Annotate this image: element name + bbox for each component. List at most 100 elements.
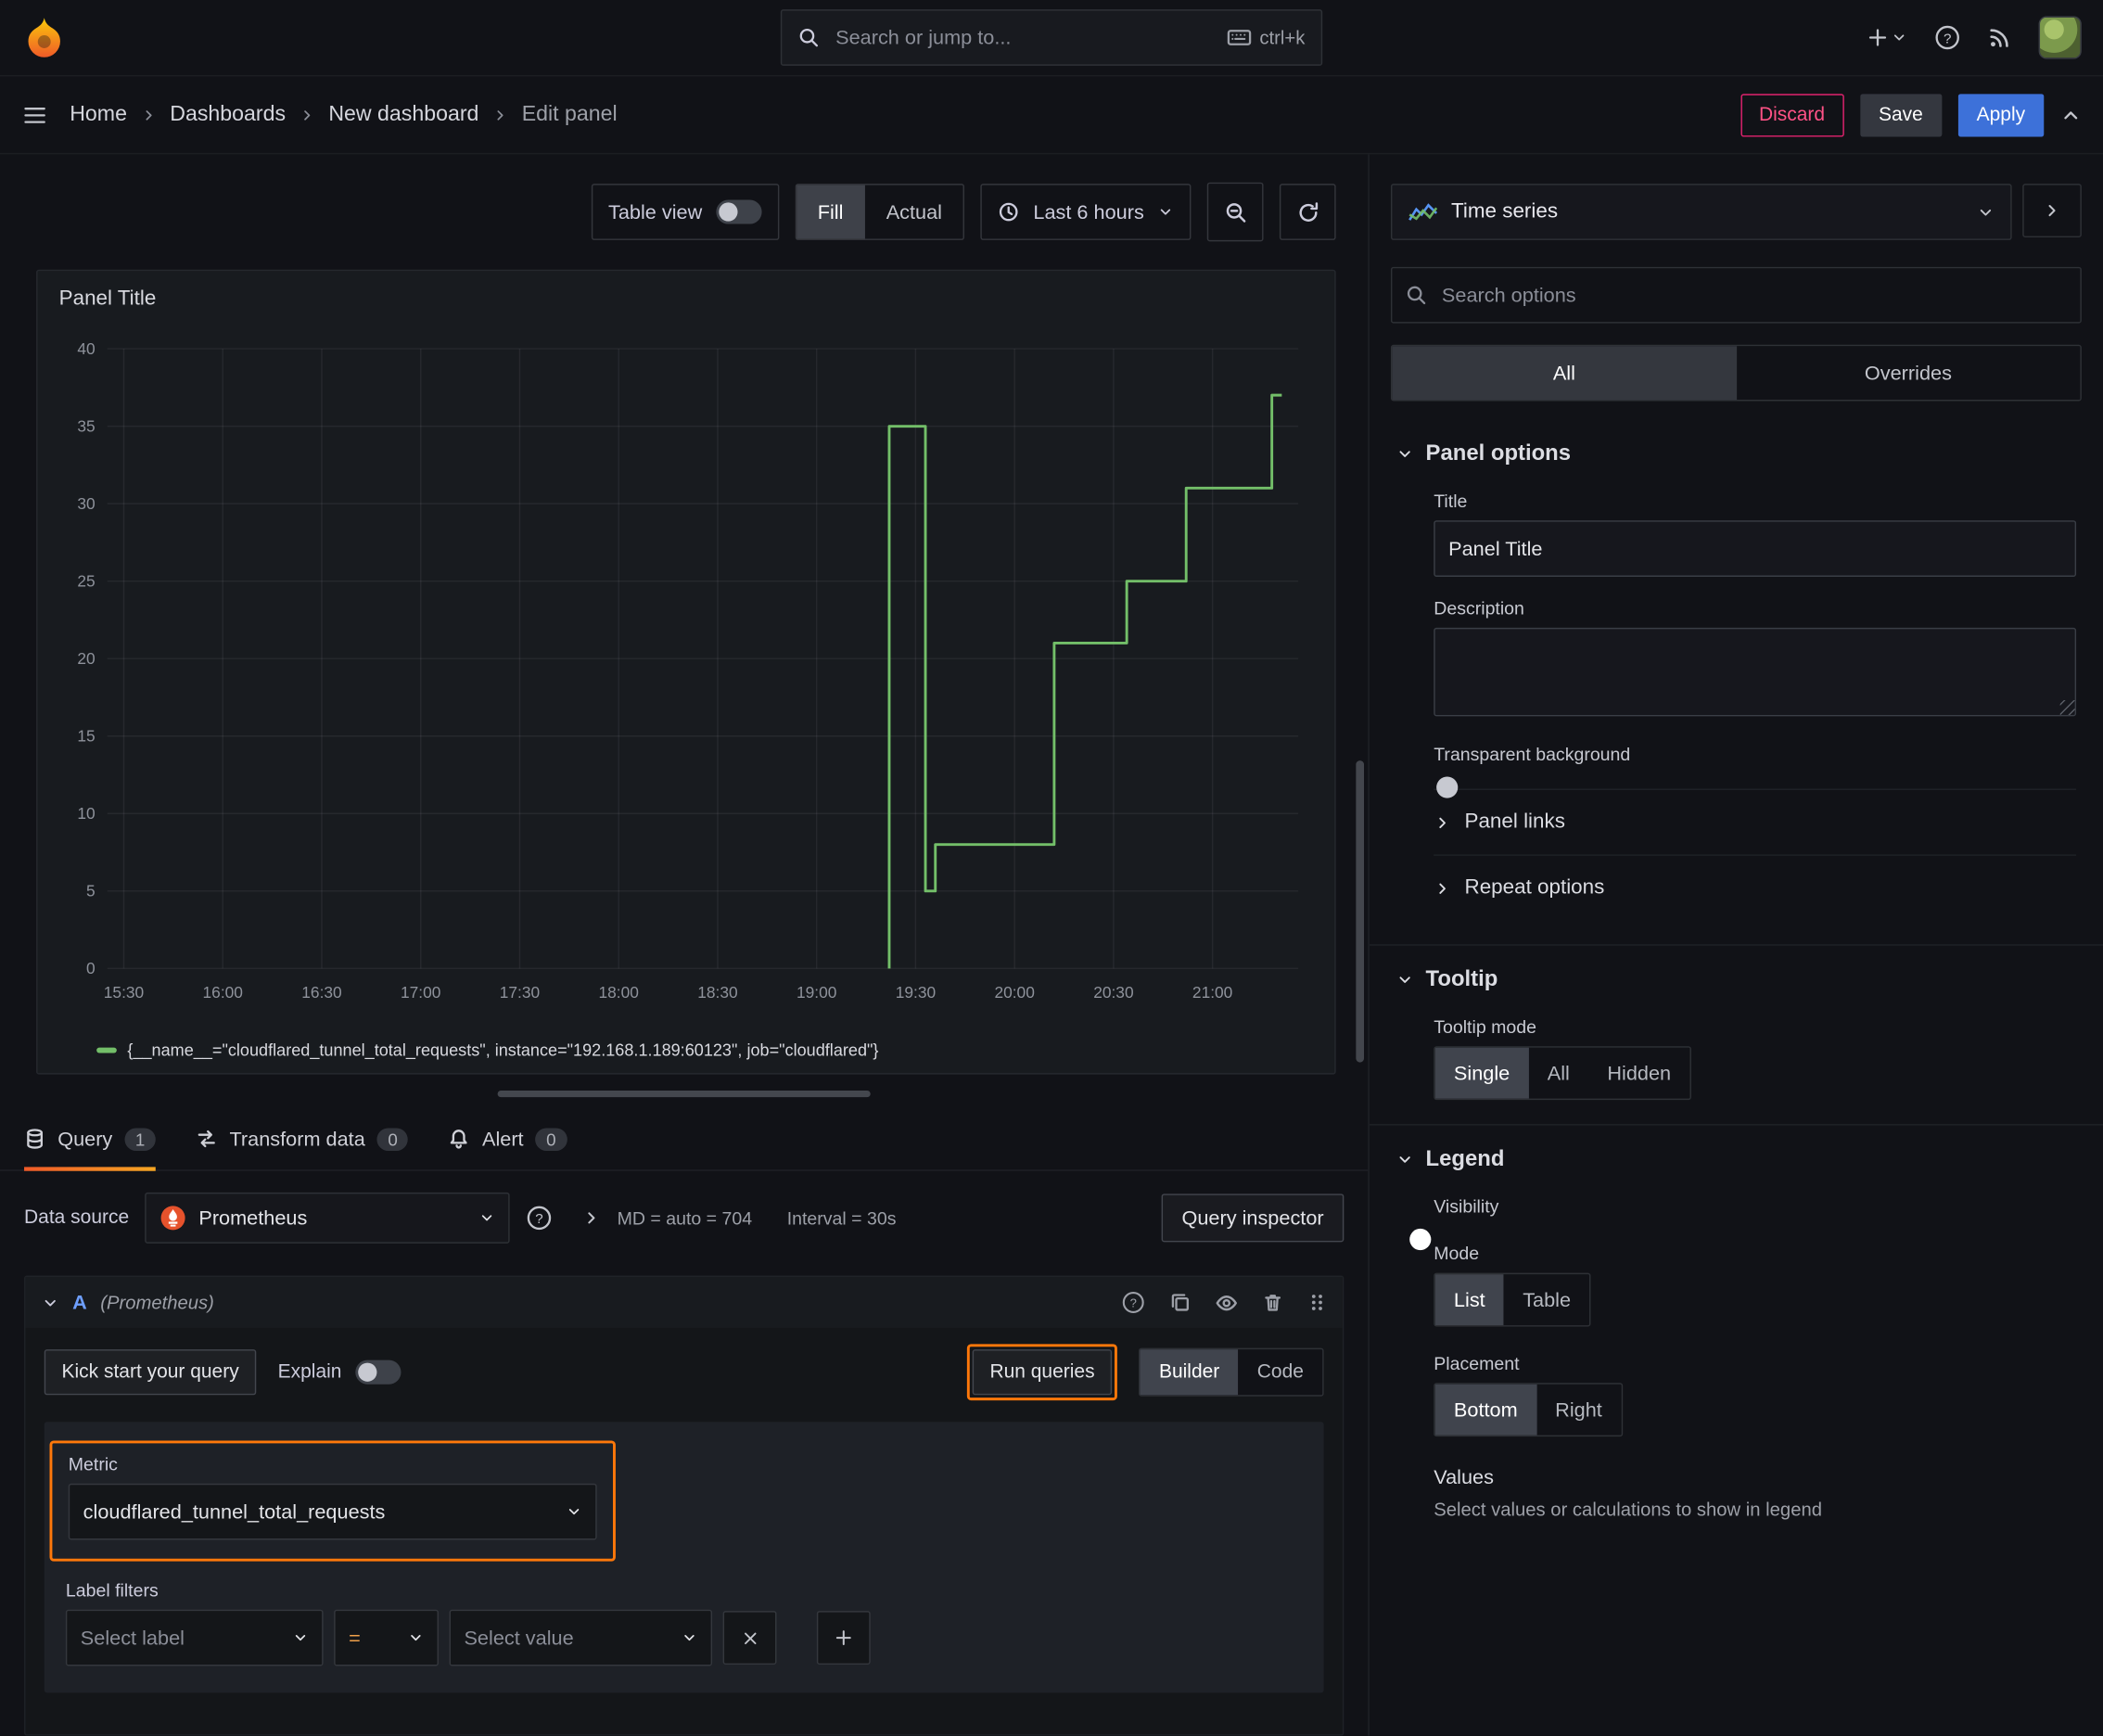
tooltip-mode-single[interactable]: Single bbox=[1434, 1047, 1529, 1099]
operator-dropdown[interactable]: = bbox=[334, 1609, 439, 1666]
collapse-options-button[interactable] bbox=[2060, 104, 2082, 125]
legend-header[interactable]: Legend bbox=[1396, 1147, 2076, 1172]
alert-count-badge: 0 bbox=[535, 1127, 567, 1151]
options-search-input[interactable] bbox=[1439, 282, 2067, 308]
run-queries-button[interactable]: Run queries bbox=[972, 1349, 1113, 1396]
user-avatar[interactable] bbox=[2038, 16, 2082, 59]
tooltip-mode-hidden[interactable]: Hidden bbox=[1588, 1048, 1689, 1099]
panel-links-collapse[interactable]: Panel links bbox=[1434, 788, 2077, 855]
delete-query-button[interactable] bbox=[1262, 1292, 1283, 1313]
pane-resize-handle[interactable] bbox=[497, 1090, 871, 1098]
global-search[interactable]: ctrl+k bbox=[780, 9, 1323, 66]
panel-editor: Table view Fill Actual Last 6 hours Pane… bbox=[0, 154, 1369, 1736]
datasource-label: Data source bbox=[24, 1206, 130, 1229]
global-search-input[interactable] bbox=[833, 24, 1215, 51]
query-options-expand-button[interactable] bbox=[582, 1208, 601, 1227]
tab-transform[interactable]: Transform data 0 bbox=[196, 1108, 409, 1170]
select-label-dropdown[interactable]: Select label bbox=[65, 1609, 324, 1666]
query-help-button[interactable]: ? bbox=[1121, 1290, 1145, 1314]
chart-area[interactable]: 0 5 10 15 20 25 30 35 40 15:30 16:00 16:30 17:00 17:3… bbox=[38, 327, 1335, 1039]
toggle-query-visibility-button[interactable] bbox=[1215, 1291, 1238, 1314]
remove-filter-button[interactable] bbox=[722, 1611, 777, 1666]
close-icon bbox=[744, 1631, 756, 1644]
query-row-header[interactable]: A (Prometheus) ? bbox=[25, 1277, 1343, 1328]
bell-icon bbox=[451, 1130, 468, 1149]
zoom-out-button[interactable] bbox=[1206, 182, 1264, 242]
transform-count-badge: 0 bbox=[376, 1127, 409, 1151]
time-series-chart[interactable]: 0 5 10 15 20 25 30 35 40 15:30 16:00 16:30 17:00 17:3… bbox=[45, 327, 1314, 1016]
svg-text:?: ? bbox=[1944, 31, 1951, 46]
breadcrumb-new-dashboard[interactable]: New dashboard bbox=[328, 103, 478, 127]
datasource-picker[interactable]: Prometheus bbox=[145, 1192, 510, 1244]
legend-placement-right[interactable]: Right bbox=[1536, 1385, 1621, 1436]
query-inspector-button[interactable]: Query inspector bbox=[1161, 1194, 1345, 1243]
panel-description-textarea[interactable] bbox=[1434, 627, 2077, 717]
kick-start-query-button[interactable]: Kick start your query bbox=[44, 1349, 257, 1396]
drag-query-handle[interactable] bbox=[1307, 1292, 1326, 1313]
chevron-down-icon[interactable] bbox=[42, 1294, 59, 1311]
duplicate-query-button[interactable] bbox=[1169, 1292, 1191, 1313]
datasource-help-button[interactable]: ? bbox=[526, 1205, 553, 1232]
refresh-icon bbox=[1298, 201, 1318, 222]
grafana-logo[interactable] bbox=[21, 15, 67, 60]
tab-query[interactable]: Query 1 bbox=[24, 1108, 157, 1171]
select-value-placeholder: Select value bbox=[464, 1626, 574, 1650]
panel-options-header[interactable]: Panel options bbox=[1396, 441, 2076, 466]
repeat-options-label: Repeat options bbox=[1464, 875, 1605, 900]
chevron-right-icon bbox=[2048, 205, 2056, 217]
repeat-options-collapse[interactable]: Repeat options bbox=[1434, 854, 2077, 920]
chevron-right-icon bbox=[146, 109, 152, 120]
news-rss-button[interactable] bbox=[1988, 25, 2012, 49]
panel-title-input[interactable] bbox=[1434, 520, 2077, 577]
save-button[interactable]: Save bbox=[1859, 93, 1943, 136]
time-range-picker[interactable]: Last 6 hours bbox=[980, 184, 1192, 240]
builder-option[interactable]: Builder bbox=[1140, 1349, 1239, 1396]
legend-series-swatch[interactable] bbox=[96, 1047, 117, 1053]
table-view-control[interactable]: Table view bbox=[591, 184, 779, 240]
chevron-down-icon bbox=[1980, 209, 1992, 215]
actual-option[interactable]: Actual bbox=[865, 185, 964, 239]
help-button[interactable]: ? bbox=[1934, 24, 1961, 51]
legend-mode-table[interactable]: Table bbox=[1504, 1274, 1589, 1325]
chevron-right-icon bbox=[1439, 817, 1446, 828]
legend-series-label[interactable]: {__name__="cloudflared_tunnel_total_requ… bbox=[127, 1040, 878, 1059]
options-search[interactable] bbox=[1390, 266, 2082, 324]
tooltip-header[interactable]: Tooltip bbox=[1396, 967, 2076, 992]
chevron-down-icon bbox=[568, 1509, 580, 1515]
query-options-summary[interactable]: MD = auto = 704 Interval = 30s bbox=[618, 1208, 897, 1229]
legend-mode-list[interactable]: List bbox=[1434, 1274, 1504, 1326]
query-row-body: Kick start your query Explain Run querie… bbox=[25, 1328, 1342, 1717]
legend-placement-bottom[interactable]: Bottom bbox=[1434, 1384, 1536, 1436]
metric-select[interactable]: cloudflared_tunnel_total_requests bbox=[68, 1483, 597, 1540]
apply-button[interactable]: Apply bbox=[1957, 93, 2045, 136]
time-range-label: Last 6 hours bbox=[1033, 200, 1144, 223]
sidebar-collapse-button[interactable] bbox=[2022, 184, 2082, 238]
tab-query-label: Query bbox=[57, 1127, 113, 1151]
table-view-toggle[interactable] bbox=[715, 199, 761, 224]
select-value-dropdown[interactable]: Select value bbox=[449, 1609, 713, 1666]
breadcrumb-home[interactable]: Home bbox=[70, 103, 127, 127]
database-icon bbox=[27, 1129, 43, 1149]
legend-mode-label: Mode bbox=[1434, 1243, 1480, 1264]
plus-icon bbox=[835, 1630, 851, 1646]
discard-button[interactable]: Discard bbox=[1740, 93, 1844, 136]
refresh-button[interactable] bbox=[1279, 184, 1336, 240]
tooltip-mode-all[interactable]: All bbox=[1529, 1048, 1589, 1099]
chevron-right-icon bbox=[588, 1212, 595, 1224]
hamburger-menu-button[interactable] bbox=[21, 101, 48, 128]
visualization-picker[interactable]: Time series bbox=[1390, 184, 2012, 240]
breadcrumb-dashboards[interactable]: Dashboards bbox=[170, 103, 286, 127]
add-filter-button[interactable] bbox=[816, 1611, 871, 1666]
tab-overrides[interactable]: Overrides bbox=[1736, 346, 2080, 400]
tooltip-section: Tooltip Tooltip mode Single All Hidden bbox=[1369, 944, 2103, 1124]
grafana-edit-panel-app: ctrl+k ? Home Dashboards New bbox=[0, 0, 2103, 1736]
legend-placement-group: Bottom Right bbox=[1434, 1383, 1623, 1437]
tab-all-options[interactable]: All bbox=[1392, 346, 1737, 401]
code-option[interactable]: Code bbox=[1239, 1349, 1323, 1395]
plus-icon bbox=[1868, 29, 1887, 46]
explain-toggle[interactable] bbox=[354, 1359, 401, 1385]
new-menu-button[interactable] bbox=[1867, 27, 1906, 48]
editor-scrollbar-thumb[interactable] bbox=[1356, 760, 1365, 1063]
tab-alert[interactable]: Alert 0 bbox=[449, 1108, 567, 1170]
fill-option[interactable]: Fill bbox=[796, 185, 865, 239]
